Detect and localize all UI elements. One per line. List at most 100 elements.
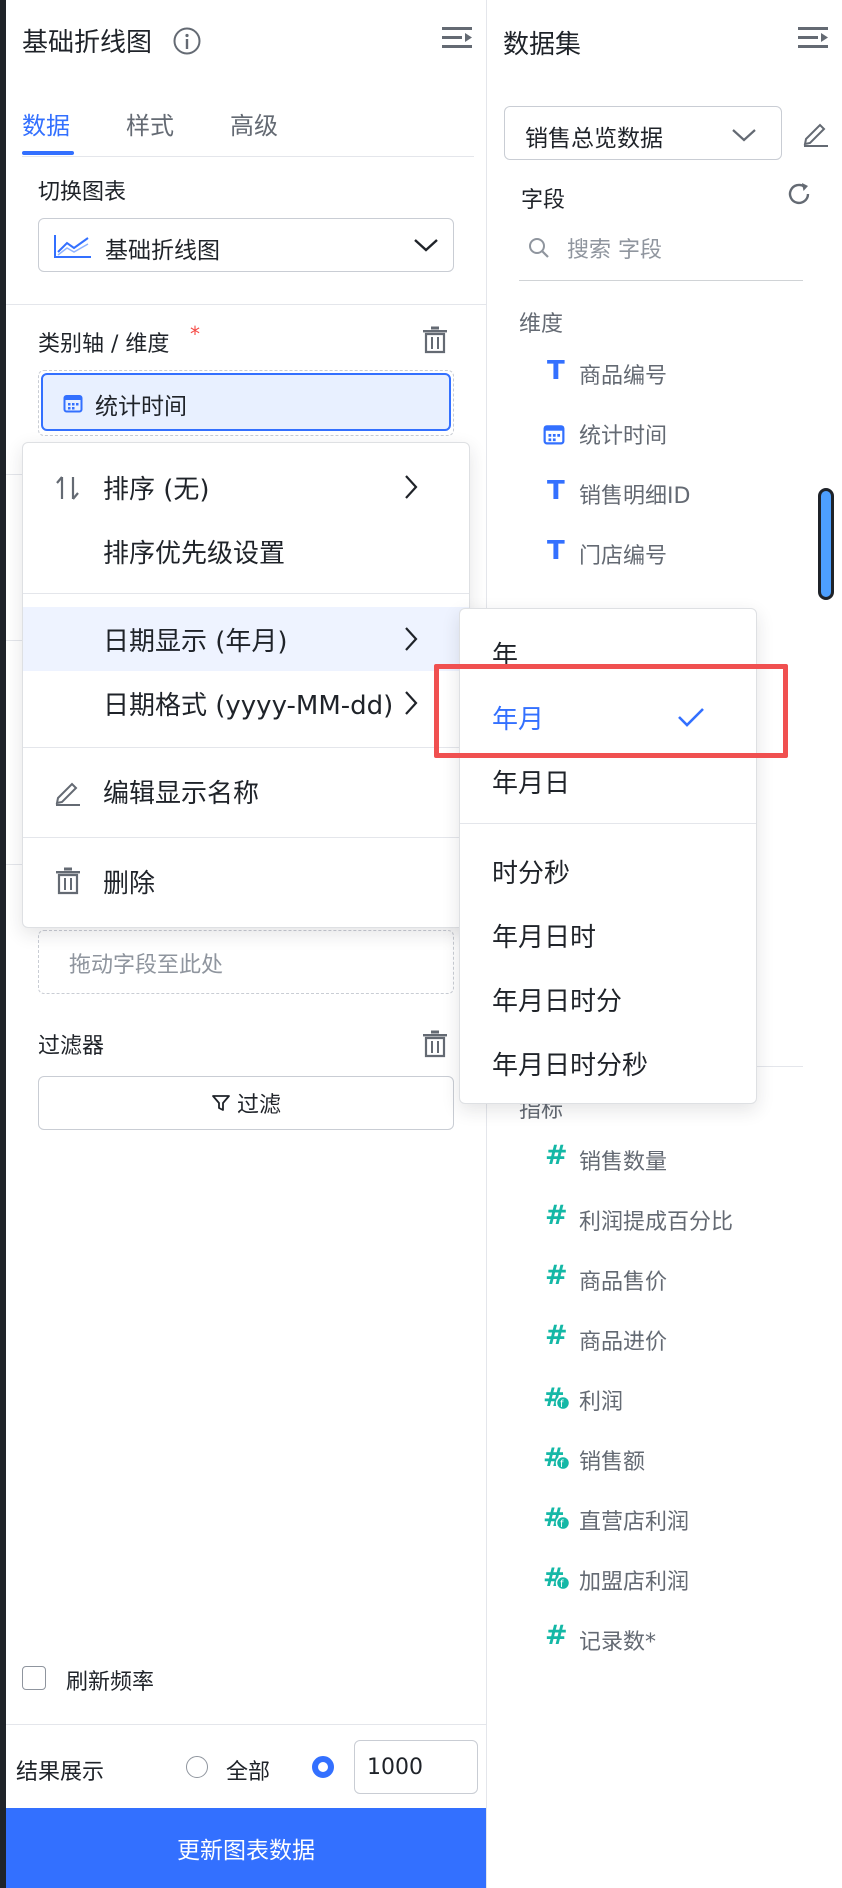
menu-item-sort[interactable]: 排序 (无): [103, 469, 210, 506]
chevron-right-icon: [403, 473, 419, 501]
svg-text:f: f: [560, 1459, 564, 1470]
field-dropzone[interactable]: 拖动字段至此处: [38, 930, 454, 994]
chart-config-panel: 基础折线图 数据 样式 高级 切换图表 基础折线图 类别轴 / 维度 * 统计时…: [6, 0, 487, 1888]
chart-type-select[interactable]: 基础折线图: [38, 218, 454, 272]
metric-field[interactable]: 记录数*: [579, 1624, 656, 1656]
menu-item-delete[interactable]: 删除: [103, 863, 155, 900]
number-type-icon: #: [545, 1140, 568, 1171]
calc-number-type-icon: # f: [541, 1382, 571, 1412]
refresh-fields-icon[interactable]: [785, 180, 813, 208]
chevron-right-icon: [403, 625, 419, 653]
calendar-icon: [63, 393, 83, 413]
trash-icon: [55, 867, 81, 895]
category-axis-label: 类别轴 / 维度: [38, 332, 170, 357]
text-type-icon: T: [547, 536, 565, 566]
number-type-icon: #: [545, 1620, 568, 1651]
edit-dataset-icon[interactable]: [801, 118, 831, 148]
metric-field[interactable]: 直营店利润: [579, 1504, 689, 1536]
menu-item-edit-display-name[interactable]: 编辑显示名称: [103, 773, 259, 810]
tab-data[interactable]: 数据: [22, 106, 70, 141]
refresh-label: 刷新频率: [66, 1670, 155, 1695]
filter-label: 过滤器: [38, 1034, 105, 1059]
trash-icon[interactable]: [422, 1030, 448, 1058]
filter-button[interactable]: 过滤: [38, 1076, 454, 1130]
tab-style[interactable]: 样式: [126, 106, 174, 141]
text-type-icon: T: [547, 356, 565, 386]
dataset-select-value: 销售总览数据: [525, 126, 663, 152]
collapse-panel-icon[interactable]: [442, 24, 474, 52]
menu-divider: [460, 823, 756, 824]
result-display-label: 结果展示: [16, 1760, 105, 1785]
dimension-section-title: 维度: [519, 312, 564, 337]
tab-advanced[interactable]: 高级: [230, 106, 278, 141]
number-type-icon: #: [545, 1200, 568, 1231]
date-option-year-month-day[interactable]: 年月日: [492, 763, 570, 800]
chevron-down-icon: [413, 237, 439, 253]
calendar-icon: [543, 423, 565, 445]
update-chart-data-button[interactable]: 更新图表数据: [6, 1808, 486, 1888]
category-axis-field-pill[interactable]: 统计时间: [41, 373, 451, 431]
metric-field[interactable]: 利润: [579, 1384, 623, 1416]
menu-divider: [23, 747, 469, 748]
calc-number-type-icon: # f: [541, 1502, 571, 1532]
svg-text:f: f: [560, 1519, 564, 1530]
chevron-right-icon: [403, 689, 419, 717]
calc-number-type-icon: # f: [541, 1442, 571, 1472]
highlight-frame: [434, 664, 788, 758]
refresh-checkbox[interactable]: [22, 1666, 46, 1690]
radio-limit[interactable]: [312, 1756, 334, 1778]
text-type-icon: T: [547, 476, 565, 506]
dimension-field[interactable]: 门店编号: [579, 538, 667, 570]
scrollbar-thumb[interactable]: [818, 488, 834, 600]
search-underline: [519, 280, 803, 281]
metric-field[interactable]: 利润提成百分比: [579, 1204, 733, 1236]
chart-type-value: 基础折线图: [105, 238, 220, 264]
menu-item-date-format[interactable]: 日期格式 (yyyy-MM-dd): [103, 685, 393, 722]
field-context-menu: 排序 (无) 排序优先级设置 日期显示 (年月) 日期格式 (yyyy-MM-d…: [22, 442, 470, 928]
date-option-ymd-hms[interactable]: 年月日时分秒: [492, 1045, 648, 1082]
row-limit-input[interactable]: 1000: [354, 1740, 478, 1794]
date-option-hms[interactable]: 时分秒: [492, 853, 570, 890]
search-icon: [527, 236, 551, 260]
menu-item-sort-priority[interactable]: 排序优先级设置: [103, 533, 285, 570]
dimension-field[interactable]: 销售明细ID: [579, 478, 690, 510]
svg-text:f: f: [560, 1579, 564, 1590]
dataset-panel-title: 数据集: [503, 30, 582, 60]
radio-all-label: 全部: [226, 1760, 271, 1785]
category-axis-field-name: 统计时间: [95, 394, 187, 420]
radio-all[interactable]: [186, 1756, 208, 1778]
tabs-divider: [22, 156, 474, 157]
edit-icon: [53, 777, 83, 807]
svg-text:f: f: [560, 1399, 564, 1410]
number-type-icon: #: [545, 1260, 568, 1291]
section-divider: [6, 1724, 486, 1725]
metric-field[interactable]: 销售额: [579, 1444, 645, 1476]
menu-divider: [23, 593, 469, 594]
metric-field[interactable]: 商品售价: [579, 1264, 667, 1296]
dataset-select[interactable]: 销售总览数据: [504, 106, 782, 160]
menu-divider: [23, 837, 469, 838]
dimension-field[interactable]: 商品编号: [579, 358, 667, 390]
fields-label: 字段: [521, 188, 566, 213]
date-option-ymd-h[interactable]: 年月日时: [492, 917, 596, 954]
funnel-icon: [211, 1093, 231, 1113]
date-option-ymd-hm[interactable]: 年月日时分: [492, 981, 622, 1018]
collapse-panel-icon[interactable]: [798, 24, 830, 52]
section-divider: [6, 304, 486, 305]
panel-title: 基础折线图: [22, 28, 153, 58]
calc-number-type-icon: # f: [541, 1562, 571, 1592]
metric-field[interactable]: 商品进价: [579, 1324, 667, 1356]
filter-button-label: 过滤: [236, 1093, 281, 1118]
metric-field[interactable]: 销售数量: [579, 1144, 667, 1176]
trash-icon[interactable]: [422, 326, 448, 354]
number-type-icon: #: [545, 1320, 568, 1351]
info-icon[interactable]: [172, 26, 202, 56]
dimension-field[interactable]: 统计时间: [579, 418, 667, 450]
switch-chart-label: 切换图表: [38, 180, 127, 205]
menu-item-date-display[interactable]: 日期显示 (年月): [103, 621, 288, 658]
line-chart-icon: [53, 233, 93, 259]
active-tab-indicator: [22, 151, 74, 155]
metric-field[interactable]: 加盟店利润: [579, 1564, 689, 1596]
field-search-input[interactable]: 搜索 字段: [567, 232, 662, 264]
row-limit-value: 1000: [367, 1754, 423, 1780]
